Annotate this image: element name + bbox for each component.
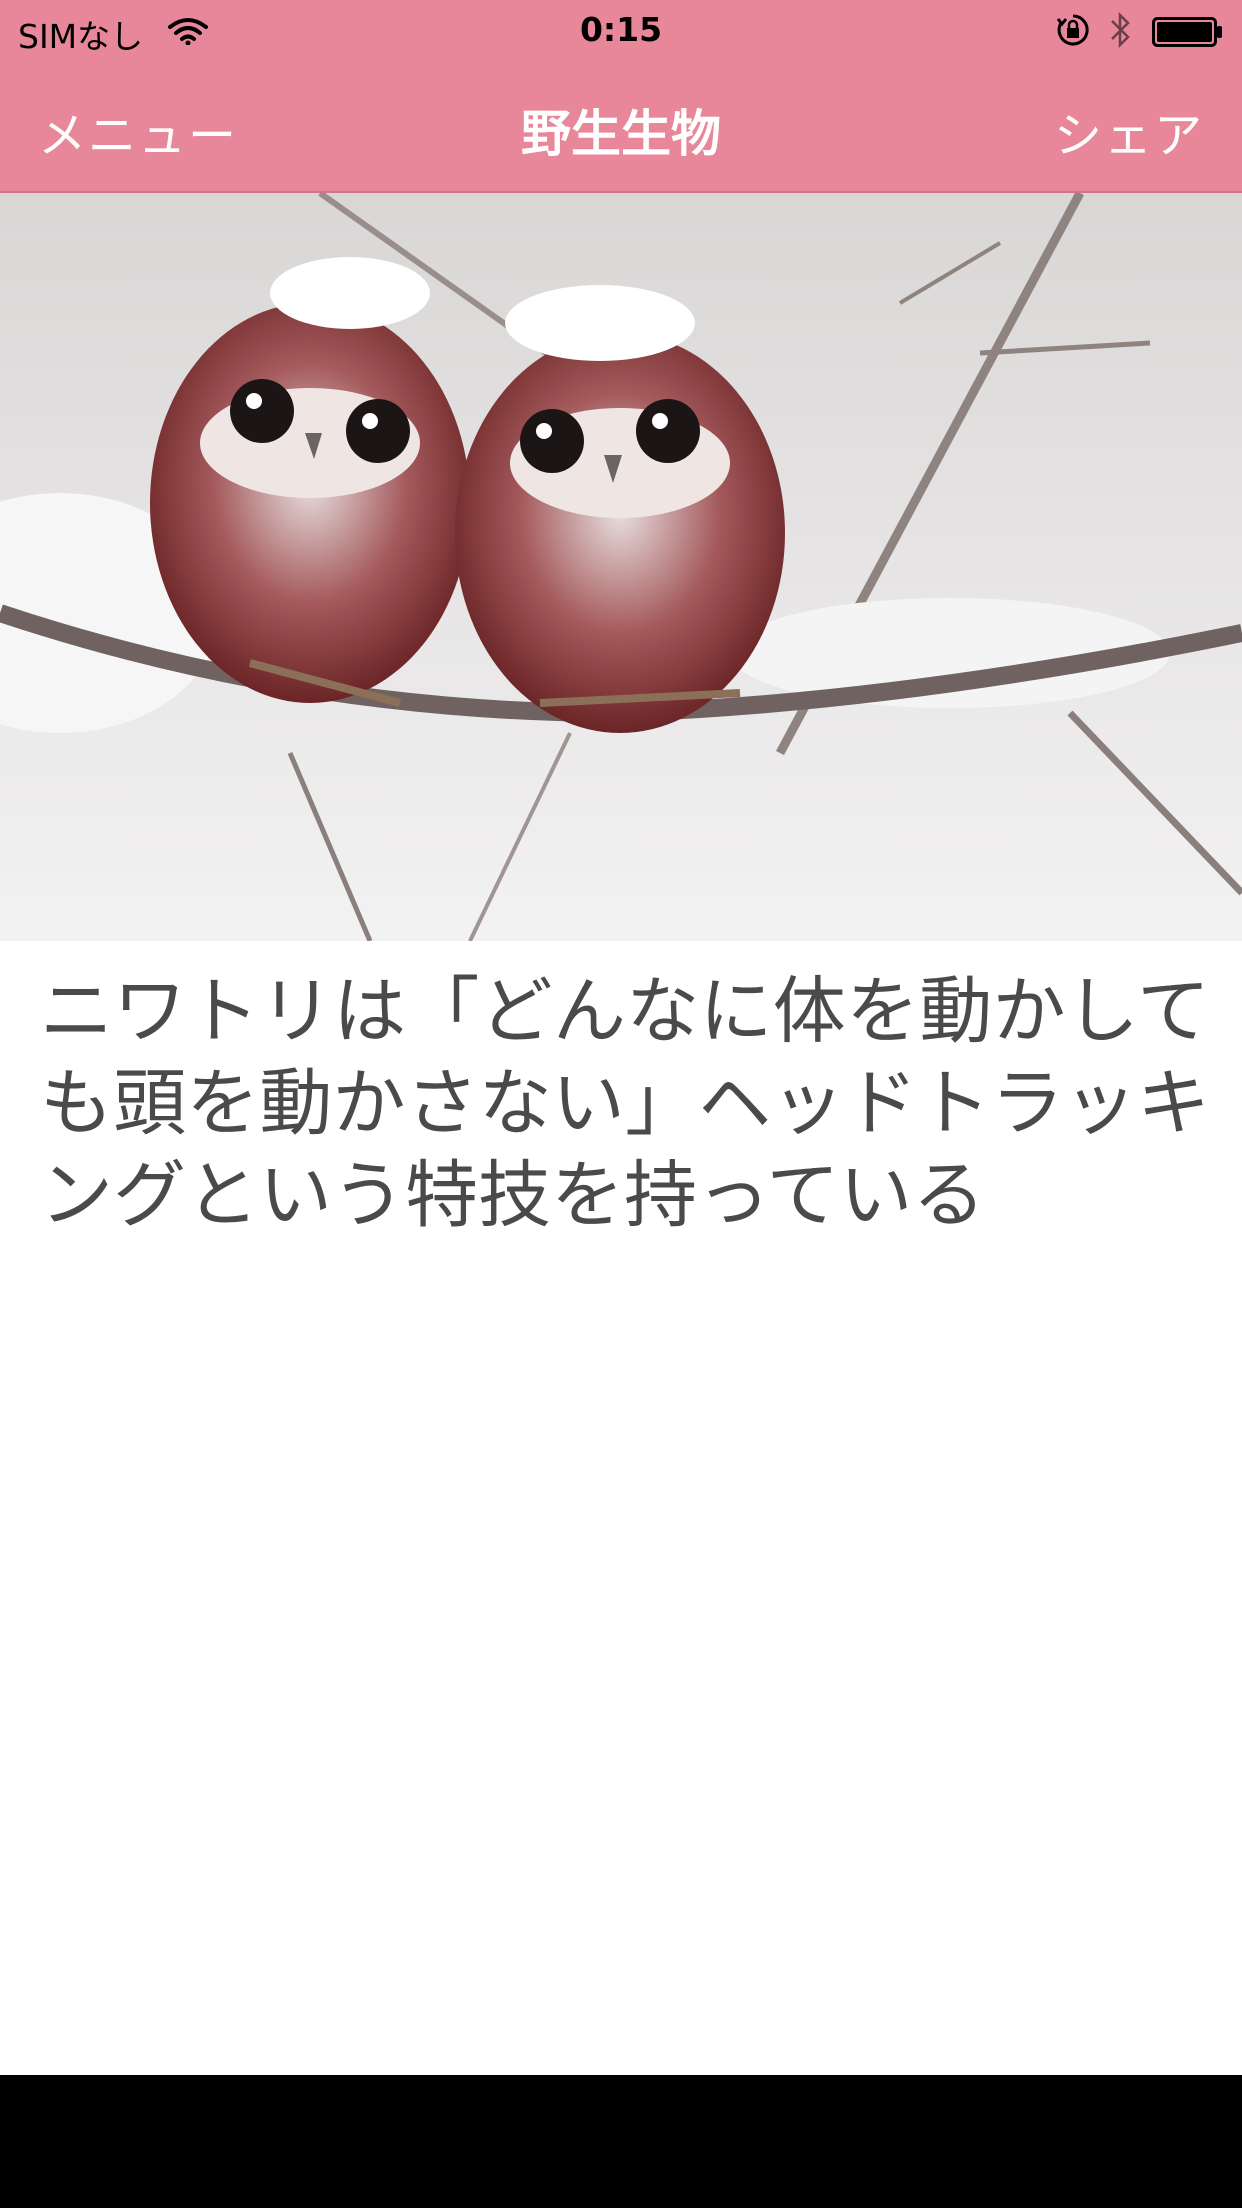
- bluetooth-icon: [1108, 11, 1134, 57]
- rotation-lock-icon: [1056, 13, 1090, 55]
- article-text: ニワトリは「どんなに体を動かしても頭を動かさない」ヘッドトラッキングという特技を…: [40, 969, 1210, 1238]
- bottom-black-area: [0, 2075, 1242, 2208]
- navigation-bar: メニュー 野生生物 シェア: [0, 60, 1242, 193]
- article-image: [0, 193, 1242, 941]
- status-bar: SIMなし 0:15: [0, 0, 1242, 60]
- app-screen: SIMなし 0:15 メニュー 野生生物 シェア ニワトリは「どんなに体を動かし…: [0, 0, 1242, 2075]
- battery-icon: [1152, 16, 1224, 55]
- share-button[interactable]: シェア: [1054, 96, 1204, 166]
